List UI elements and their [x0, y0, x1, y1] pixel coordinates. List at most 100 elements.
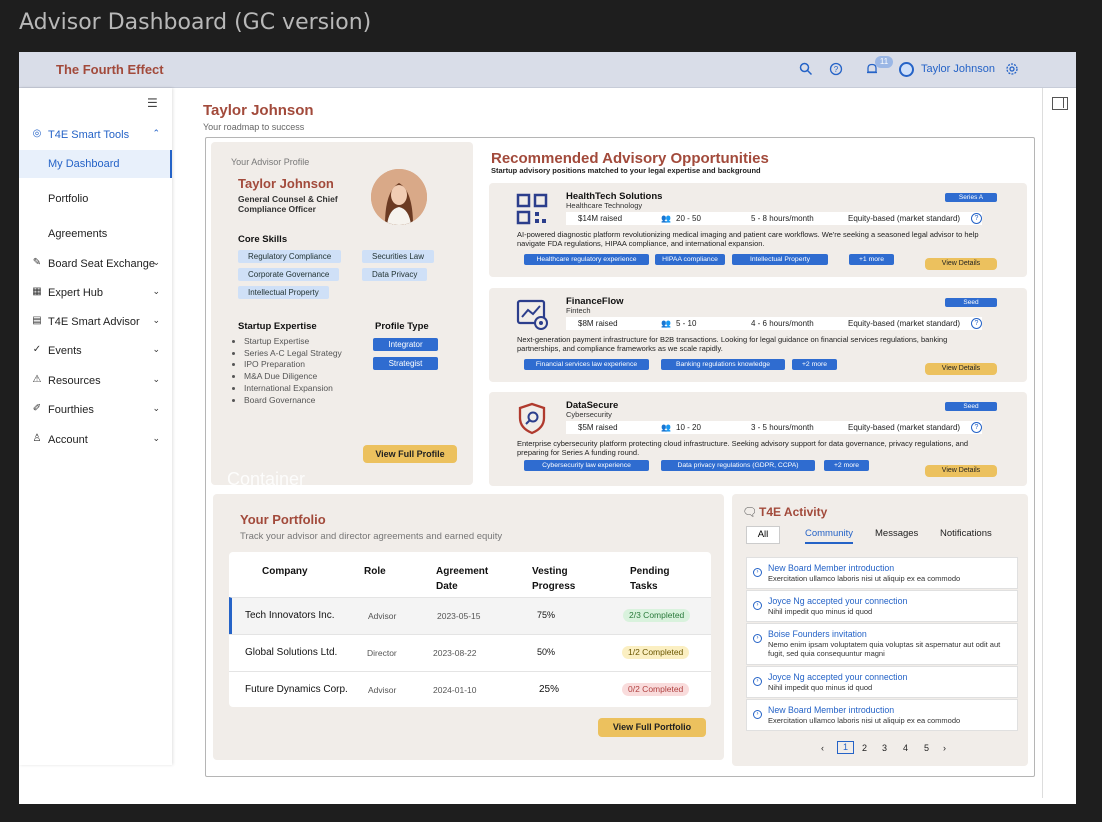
page-subtitle: Your roadmap to success — [203, 122, 305, 132]
collapse-menu-icon[interactable]: ☰ — [147, 96, 158, 110]
tab-notifications[interactable]: Notifications — [940, 528, 992, 539]
arrow-circle-icon: › — [753, 634, 762, 643]
activity-item-title[interactable]: New Board Member introduction — [768, 563, 894, 573]
activity-item[interactable]: › Joyce Ng accepted your connection Nihi… — [746, 666, 1018, 698]
activity-item-desc: Exercitation ullamco laboris nisi ut ali… — [768, 716, 961, 725]
view-details-button[interactable]: View Details — [925, 465, 997, 477]
help-icon[interactable]: ? — [971, 213, 982, 224]
more-tags[interactable]: +2 more — [824, 460, 869, 471]
help-icon[interactable]: ? — [971, 422, 982, 433]
chevron-down-icon: ⌄ — [152, 315, 160, 325]
activity-item-desc: Exercitation ullamco laboris nisi ut ali… — [768, 574, 961, 583]
sidebar-item-label: Agreements — [48, 228, 108, 240]
container-ghost-label: Container — [227, 469, 306, 485]
view-details-button[interactable]: View Details — [925, 363, 997, 375]
sidebar-item-account[interactable]: ♙ Account ⌄ — [19, 426, 172, 454]
sidebar-item-fourthies[interactable]: ✐ Fourthies ⌄ — [19, 396, 172, 424]
arrow-circle-icon: › — [753, 710, 762, 719]
top-bar: The Fourth Effect ? 11 Taylor Johnson — [19, 52, 1076, 88]
view-full-profile-button[interactable]: View Full Profile — [363, 445, 457, 463]
help-icon[interactable]: ? — [971, 318, 982, 329]
activity-item[interactable]: › New Board Member introduction Exercita… — [746, 557, 1018, 589]
list-item: Series A-C Legal Strategy — [244, 348, 359, 360]
activity-item-title[interactable]: New Board Member introduction — [768, 705, 894, 715]
opportunities-title: Recommended Advisory Opportunities — [491, 150, 769, 167]
opportunity-stats: $8M raised 👥 5 - 10 4 - 6 hours/month Eq… — [566, 317, 982, 330]
team-size: 20 - 50 — [676, 214, 701, 223]
smart-tools-icon: ◎ — [32, 128, 42, 139]
chevron-down-icon: ⌄ — [152, 374, 160, 384]
pager-page[interactable]: 4 — [903, 743, 908, 753]
chevron-down-icon: ⌄ — [152, 403, 160, 413]
chevron-down-icon: ⌄ — [152, 286, 160, 296]
help-icon[interactable]: ? — [828, 62, 844, 78]
role-cell: Advisor — [368, 685, 397, 695]
activity-item-title[interactable]: Joyce Ng accepted your connection — [768, 596, 907, 606]
view-details-button[interactable]: View Details — [925, 258, 997, 270]
sidebar-item-t4e-smart-advisor[interactable]: ▤ T4E Smart Advisor ⌄ — [19, 308, 172, 336]
search-icon[interactable] — [798, 62, 814, 78]
opportunity-description: Enterprise cybersecurity platform protec… — [517, 439, 969, 457]
tab-all[interactable]: All — [746, 526, 780, 544]
profile-type-heading: Profile Type — [375, 321, 429, 332]
requirement-tag: Banking regulations knowledge — [661, 359, 785, 370]
profile-photo — [371, 169, 427, 225]
hours: 3 - 5 hours/month — [751, 423, 814, 432]
advisor-profile-card: Your Advisor Profile Taylor Johnson Gene… — [211, 142, 473, 485]
pager-page[interactable]: 3 — [882, 743, 887, 753]
sidebar-item-portfolio[interactable]: Portfolio — [19, 185, 172, 213]
team-size: 5 - 10 — [676, 319, 697, 328]
column-header: Role — [364, 566, 386, 577]
pager-page[interactable]: 1 — [837, 741, 854, 754]
qr-logo-icon — [515, 192, 549, 226]
hours: 4 - 6 hours/month — [751, 319, 814, 328]
table-row[interactable]: Global Solutions Ltd. Director 2023-08-2… — [229, 634, 711, 671]
activity-item-title[interactable]: Joyce Ng accepted your connection — [768, 672, 907, 682]
startup-expertise-heading: Startup Expertise — [238, 321, 317, 332]
tab-messages[interactable]: Messages — [875, 528, 918, 539]
pager-next-icon[interactable]: › — [943, 743, 946, 753]
sidebar: ☰ ◎ T4E Smart Tools ⌃ My Dashboard Portf… — [19, 88, 172, 765]
role-cell: Director — [367, 648, 397, 658]
panel-toggle-icon[interactable] — [1052, 97, 1068, 110]
activity-item[interactable]: › Joyce Ng accepted your connection Nihi… — [746, 590, 1018, 622]
chevron-down-icon: ⌄ — [152, 344, 160, 354]
pager-page[interactable]: 5 — [924, 743, 929, 753]
pager-page[interactable]: 2 — [862, 743, 867, 753]
sidebar-item-resources[interactable]: ⚠ Resources ⌄ — [19, 367, 172, 395]
skill-tag: Intellectual Property — [238, 286, 329, 299]
table-row[interactable]: Tech Innovators Inc. Advisor 2023-05-15 … — [229, 597, 711, 634]
company-cell: Global Solutions Ltd. — [245, 647, 338, 658]
sidebar-item-agreements[interactable]: Agreements — [19, 220, 172, 248]
role-cell: Advisor — [368, 611, 397, 621]
pager-prev-icon[interactable]: ‹ — [821, 743, 824, 753]
activity-item-desc: Nihil impedit quo minus id quod — [768, 607, 873, 616]
more-tags[interactable]: +1 more — [849, 254, 894, 265]
activity-item[interactable]: › Boise Founders invitation Nemo enim ip… — [746, 623, 1018, 665]
sidebar-item-events[interactable]: ✓ Events ⌄ — [19, 337, 172, 365]
sidebar-item-label: Portfolio — [48, 193, 89, 205]
user-avatar[interactable] — [899, 62, 914, 77]
core-skills-heading: Core Skills — [238, 234, 288, 245]
activity-item-title[interactable]: Boise Founders invitation — [768, 629, 867, 639]
brush-icon: ✐ — [32, 403, 42, 414]
opportunity-card: HealthTech Solutions Healthcare Technolo… — [489, 183, 1027, 277]
sidebar-item-board-seat-exchange[interactable]: ✎ Board Seat Exchange ⌄ — [19, 250, 172, 278]
brand-logo[interactable]: The Fourth Effect — [56, 62, 164, 77]
tab-community[interactable]: Community — [805, 528, 854, 544]
sidebar-item-my-dashboard[interactable]: My Dashboard — [19, 150, 172, 178]
settings-gear-icon[interactable] — [1004, 62, 1020, 78]
opportunity-stats: $14M raised 👥 20 - 50 5 - 8 hours/month … — [566, 212, 982, 225]
status-badge: 0/2 Completed — [622, 683, 690, 696]
more-tags[interactable]: +2 more — [792, 359, 837, 370]
profile-type-badge: Integrator — [373, 338, 438, 351]
sidebar-item-expert-hub[interactable]: ▦ Expert Hub ⌄ — [19, 279, 172, 307]
activity-item[interactable]: › New Board Member introduction Exercita… — [746, 699, 1018, 731]
team-icon: 👥 — [661, 423, 671, 432]
table-row[interactable]: Future Dynamics Corp. Advisor 2024-01-10… — [229, 671, 711, 708]
view-full-portfolio-button[interactable]: View Full Portfolio — [598, 718, 706, 737]
user-name[interactable]: Taylor Johnson — [921, 63, 995, 75]
app-window: The Fourth Effect ? 11 Taylor Johnson ☰ … — [19, 52, 1076, 804]
list-item: IPO Preparation — [244, 359, 359, 371]
sidebar-item-t4e-smart-tools[interactable]: ◎ T4E Smart Tools ⌃ — [19, 121, 172, 149]
